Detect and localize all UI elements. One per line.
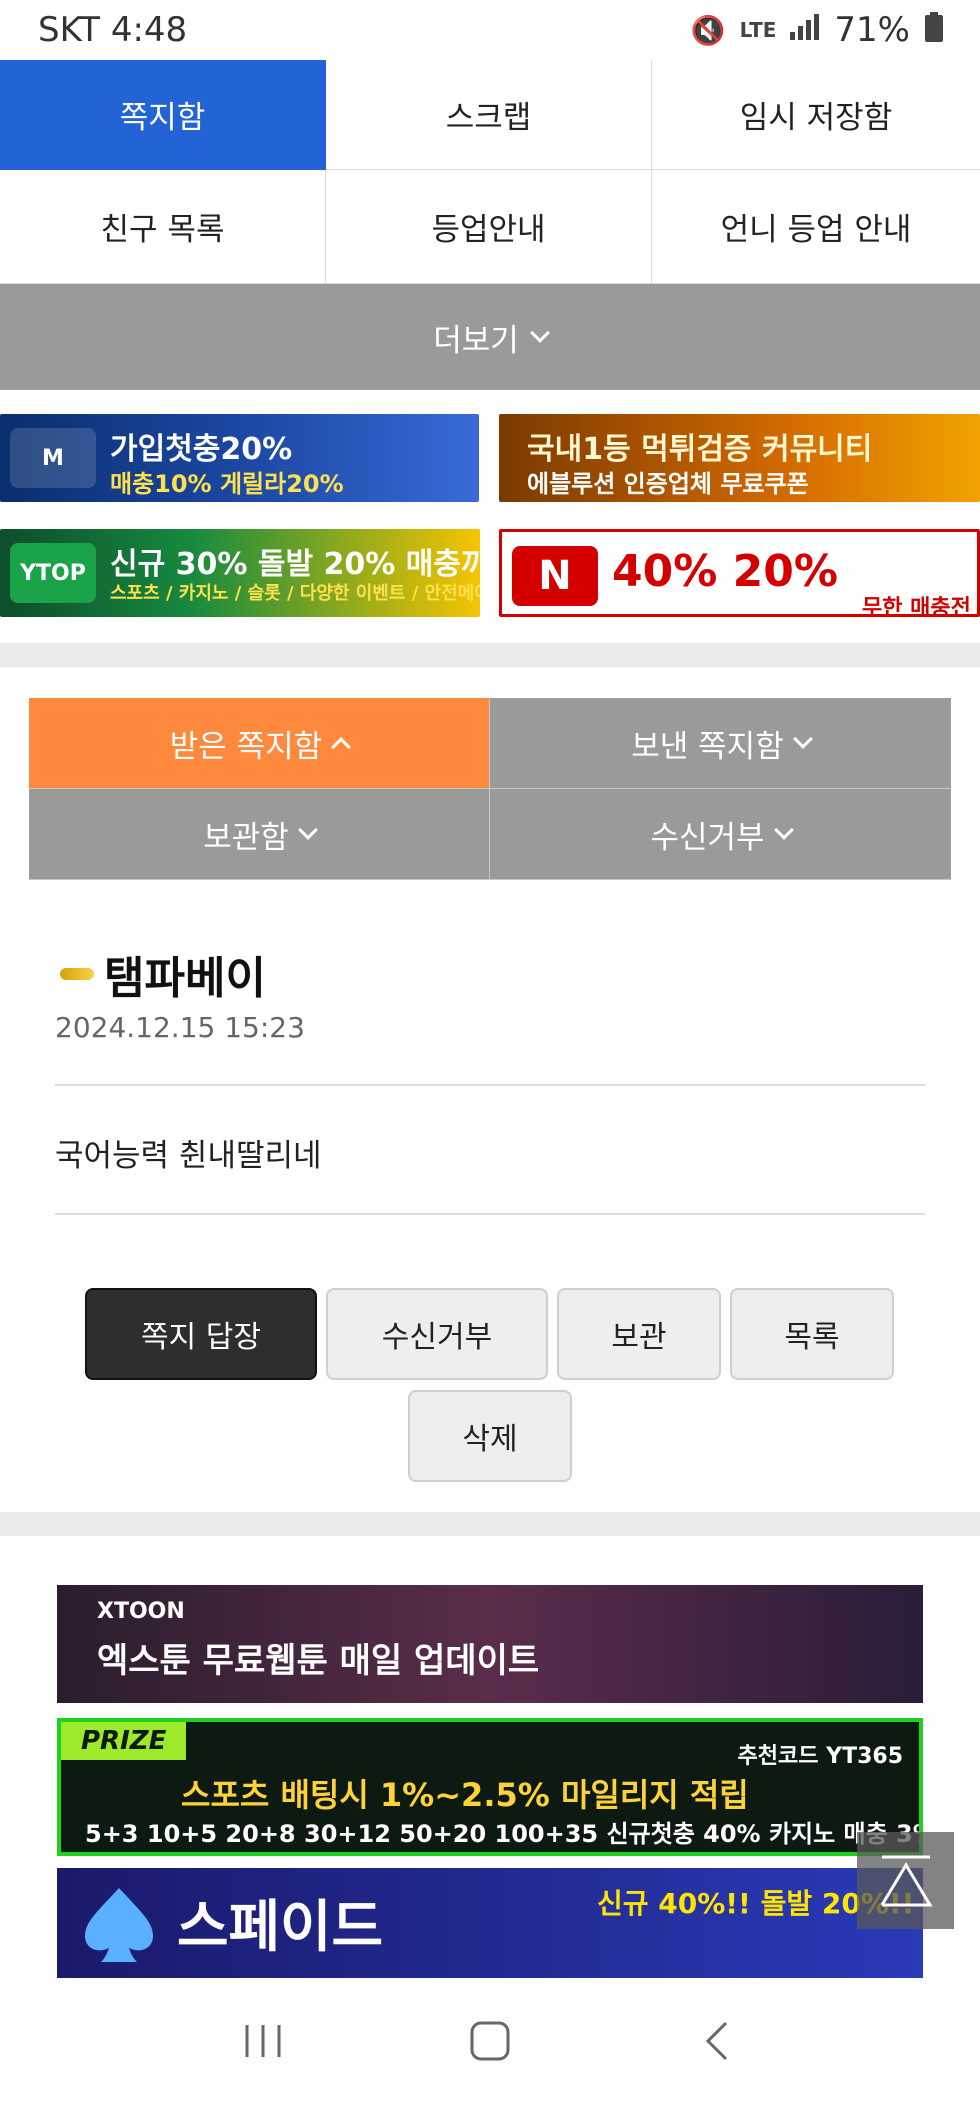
ad-tag: PRIZE — [61, 1722, 187, 1760]
message-date: 2024.12.15 15:23 — [55, 1011, 305, 1044]
ad-banner[interactable]: N 40% 20% 무한 매충전 5% 지급 — [499, 529, 980, 617]
block-button[interactable]: 수신거부 — [326, 1288, 548, 1380]
menu-item-scrap[interactable]: 스크랩 — [326, 60, 652, 170]
banner-logo: M — [10, 428, 96, 488]
banner-subline: 에블루션 인증업체 무료쿠폰 — [527, 470, 809, 498]
arrow-up-icon — [880, 1855, 933, 1906]
section-divider — [0, 643, 980, 667]
mute-icon: 🔇 — [690, 13, 726, 47]
ad-title: 엑스툰 무료웹툰 매일 업데이트 — [97, 1641, 540, 1681]
more-button[interactable]: 더보기 — [0, 284, 980, 390]
status-icons: 🔇 LTE 71% — [691, 10, 944, 50]
banner-subline: 무한 매충전 5% 지급 — [862, 596, 977, 617]
battery-icon — [924, 11, 944, 49]
tab-archive[interactable]: 보관함 — [29, 789, 490, 880]
level-badge-icon — [60, 968, 94, 980]
divider — [55, 1213, 925, 1215]
tab-sent[interactable]: 보낸 쪽지함 — [490, 698, 951, 789]
sender-name[interactable]: 탬파베이 — [104, 942, 266, 1006]
banner-headline: 가입첫충20% — [110, 432, 293, 467]
network-type: LTE — [739, 18, 777, 42]
message-body: 국어능력 췬내딸리네 — [55, 1138, 322, 1174]
chevron-down-icon — [773, 820, 794, 840]
divider — [55, 1084, 925, 1086]
section-divider — [0, 1512, 980, 1536]
recent-apps-button[interactable] — [223, 2011, 303, 2071]
home-button[interactable] — [450, 2011, 530, 2071]
menu-item-inbox[interactable]: 쪽지함 — [0, 60, 326, 170]
reply-button[interactable]: 쪽지 답장 — [85, 1288, 317, 1380]
tab-label: 보관함 — [203, 819, 289, 856]
back-icon — [705, 2021, 727, 2060]
banner-headline: 국내1등 먹튀검증 커뮤니티 — [527, 432, 873, 467]
spade-logo-icon — [85, 1888, 153, 1962]
ad-banner-spade[interactable]: 스페이드 신규 40%!! 돌발 20%!! — [57, 1868, 923, 1978]
tab-blocked[interactable]: 수신거부 — [490, 789, 951, 880]
ad-banner-prize[interactable]: PRIZE 추천코드 YT365 스포츠 배팅시 1%~2.5% 마일리지 적립… — [57, 1718, 923, 1856]
chevron-up-icon — [331, 737, 352, 757]
system-nav-bar — [0, 1980, 980, 2101]
message-sender: 탬파베이 — [60, 942, 266, 1006]
ad-banner[interactable]: YTOP 신규 30% 돌발 20% 매충까지 스포츠 / 카지노 / 슬롯 /… — [0, 529, 480, 617]
list-button[interactable]: 목록 — [730, 1288, 894, 1380]
chevron-down-icon — [792, 729, 813, 749]
chevron-down-icon — [297, 820, 318, 840]
more-label: 더보기 — [433, 322, 519, 359]
ad-banner[interactable]: 국내1등 먹튀검증 커뮤니티 에블루션 인증업체 무료쿠폰 — [499, 414, 980, 502]
banner-headline: 신규 30% 돌발 20% 매충까지 — [110, 547, 480, 582]
menu-item-friends[interactable]: 친구 목록 — [0, 170, 326, 284]
ad-title: 스포츠 배팅시 1%~2.5% 마일리지 적립 — [181, 1776, 749, 1814]
ad-banner-xtoon[interactable]: XTOON 엑스툰 무료웹툰 매일 업데이트 — [57, 1585, 923, 1703]
carrier-time: SKT 4:48 — [38, 10, 188, 50]
banner-subline: 스포츠 / 카지노 / 슬롯 / 다양한 이벤트 / 안전메이저 — [110, 583, 480, 604]
tab-label: 받은 쪽지함 — [169, 728, 323, 765]
battery-level: 71% — [834, 10, 910, 50]
chevron-down-icon — [529, 323, 550, 343]
banner-logo: N — [512, 546, 598, 606]
tab-received[interactable]: 받은 쪽지함 — [29, 698, 490, 789]
banner-headline: 40% 20% — [612, 546, 838, 597]
banner-subline: 매충10% 게릴라20% — [110, 470, 344, 498]
tab-label: 수신거부 — [650, 819, 765, 856]
ad-code: 추천코드 YT365 — [737, 1744, 903, 1769]
message-tabs: 받은 쪽지함 보낸 쪽지함 보관함 수신거부 — [29, 698, 951, 880]
banner-logo: YTOP — [10, 543, 96, 603]
delete-button[interactable]: 삭제 — [408, 1390, 572, 1482]
ad-banner[interactable]: M 가입첫충20% 매충10% 게릴라20% — [0, 414, 479, 502]
back-button[interactable] — [677, 2011, 757, 2071]
menu-item-levelup-guide[interactable]: 등업안내 — [326, 170, 652, 284]
status-bar: SKT 4:48 🔇 LTE 71% — [0, 0, 980, 60]
ad-subtitle: 5+3 10+5 20+8 30+12 50+20 100+35 신규첫충 40… — [85, 1820, 923, 1848]
archive-button[interactable]: 보관 — [557, 1288, 721, 1380]
home-icon — [470, 2021, 510, 2060]
menu-item-sister-levelup[interactable]: 언니 등업 안내 — [652, 170, 980, 284]
top-menu: 쪽지함 스크랩 임시 저장함 친구 목록 등업안내 언니 등업 안내 — [0, 60, 980, 284]
menu-item-drafts[interactable]: 임시 저장함 — [652, 60, 980, 170]
ad-brand: XTOON — [97, 1599, 185, 1624]
recent-apps-icon — [245, 2024, 281, 2057]
ad-title: 스페이드 — [177, 1895, 384, 1960]
tab-label: 보낸 쪽지함 — [631, 728, 784, 765]
signal-icon — [790, 13, 820, 47]
scroll-top-button[interactable] — [857, 1832, 954, 1929]
